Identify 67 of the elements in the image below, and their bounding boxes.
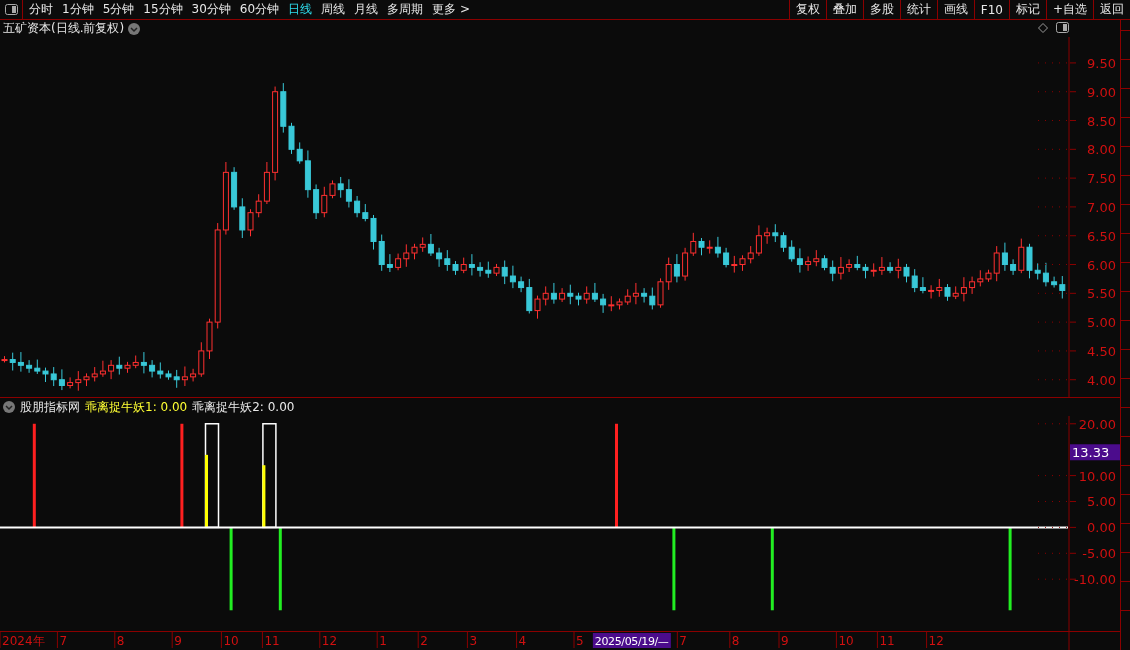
axis-label: 7	[59, 634, 68, 648]
axis-label: 8.00	[1087, 142, 1116, 158]
panel-toggle-icon[interactable]	[4, 4, 18, 15]
period-tab[interactable]: 日线	[288, 1, 313, 18]
axis-label: 11	[879, 634, 895, 648]
toolbar-button[interactable]: 返回	[1093, 0, 1130, 19]
axis-label: 3	[469, 634, 478, 648]
axis-label: 0.00	[1087, 520, 1116, 536]
axis-label: 10.00	[1078, 468, 1116, 484]
axis-label: 8.50	[1087, 113, 1116, 129]
axis-label: 10	[223, 634, 239, 648]
chart-title: 五矿资本(日线.前复权)	[3, 20, 125, 37]
toolbar-button[interactable]: F10	[973, 0, 1009, 19]
dropdown-icon[interactable]	[128, 22, 141, 35]
period-tab[interactable]: 1分钟	[62, 1, 94, 18]
period-tab[interactable]: 30分钟	[191, 1, 231, 18]
axis-label: 4.00	[1087, 372, 1116, 388]
axis-label: 5.00	[1087, 315, 1116, 331]
period-tab[interactable]: 5分钟	[102, 1, 135, 18]
toolbar-button[interactable]: 多股	[862, 0, 900, 19]
period-tab[interactable]: 多周期	[387, 1, 424, 18]
period-tab[interactable]: 周线	[321, 1, 346, 18]
axis-label: 2024年	[2, 634, 45, 648]
legend-label: 股朋指标网	[20, 398, 80, 416]
axis-label: 5.00	[1087, 494, 1116, 510]
axis-label: 12	[928, 634, 944, 648]
axis-label: 12	[321, 634, 338, 648]
toolbar-button[interactable]: 标记	[1008, 0, 1046, 19]
axis-label: 6.50	[1087, 228, 1116, 244]
cursor-date-label: 2025/05/19/—	[592, 633, 671, 648]
axis-label: 20.00	[1078, 416, 1116, 432]
axis-label: 9	[781, 634, 789, 648]
axis-label: 2	[420, 634, 428, 648]
toolbar-button[interactable]: 叠加	[825, 0, 863, 19]
toolbar-button[interactable]: 统计	[899, 0, 937, 19]
axis-label: 5	[576, 634, 584, 648]
axis-label: 4	[518, 634, 527, 648]
toolbar-button[interactable]: 复权	[788, 0, 826, 19]
axis-label: 7.50	[1087, 171, 1116, 187]
period-tab[interactable]: 分时	[29, 1, 53, 18]
panel-toggle-icon[interactable]	[1056, 22, 1069, 33]
axis-label: 9	[174, 634, 182, 648]
period-tab[interactable]: 月线	[354, 1, 379, 18]
axis-label: -10.00	[1074, 572, 1116, 588]
axis-label: 7.00	[1087, 199, 1116, 215]
period-tab[interactable]: 15分钟	[143, 1, 183, 18]
toolbar-button[interactable]: +自选	[1045, 0, 1093, 19]
axis-label: -5.00	[1082, 546, 1116, 562]
axis-label: 9.00	[1087, 84, 1116, 100]
axis-label: 8	[731, 634, 740, 648]
axis-label: 7	[679, 634, 687, 648]
toolbar-button[interactable]: 画线	[936, 0, 974, 19]
legend-label: 乖离捉牛妖2: 0.00	[192, 398, 295, 416]
period-tab[interactable]: 更多 >	[432, 1, 470, 18]
dropdown-icon[interactable]	[3, 401, 15, 413]
axis-label: 8	[116, 634, 125, 648]
diamond-icon[interactable]	[1038, 22, 1048, 33]
axis-label: 4.50	[1087, 343, 1116, 359]
axis-label: 1	[379, 634, 387, 648]
axis-label: 5.50	[1087, 286, 1116, 302]
axis-label: 10	[838, 634, 854, 648]
axis-label: 6.00	[1087, 257, 1116, 273]
axis-label: 9.50	[1087, 55, 1116, 71]
legend-label: 乖离捉牛妖1: 0.00	[85, 398, 188, 416]
cursor-value-label: 13.33	[1070, 444, 1120, 461]
axis-label: 11	[264, 634, 280, 648]
period-tab[interactable]: 60分钟	[239, 1, 280, 18]
